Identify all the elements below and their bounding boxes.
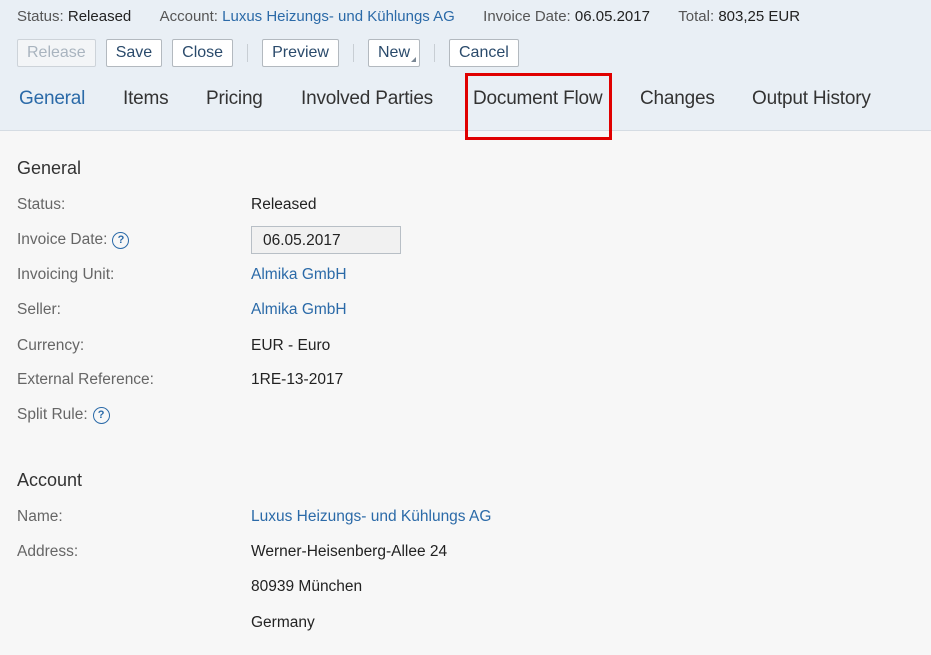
status-value: Released xyxy=(251,196,317,213)
split-rule-label-text: Split Rule: xyxy=(17,406,88,423)
summary-total-label: Total: xyxy=(678,8,715,25)
help-icon[interactable]: ? xyxy=(92,406,110,424)
tab-changes[interactable]: Changes xyxy=(640,88,715,110)
toolbar-separator xyxy=(352,43,354,62)
seller-link[interactable]: Almika GmbH xyxy=(251,301,347,319)
tab-output-history[interactable]: Output History xyxy=(752,88,871,110)
summary-invoice-date-value: 06.05.2017 xyxy=(574,8,650,25)
release-button[interactable]: Release xyxy=(17,38,96,67)
currency-value: EUR - Euro xyxy=(251,337,331,354)
tab-pricing[interactable]: Pricing xyxy=(206,88,263,110)
seller-label: Seller: xyxy=(17,301,61,318)
invoice-date-field[interactable]: 06.05.2017 xyxy=(251,226,401,254)
save-button[interactable]: Save xyxy=(105,38,163,67)
address-label: Address: xyxy=(17,543,79,560)
account-name-link[interactable]: Luxus Heizungs- und Kühlungs AG xyxy=(251,508,491,526)
account-section-title: Account xyxy=(17,470,83,490)
toolbar-separator xyxy=(434,43,435,62)
invoicing-unit-link[interactable]: Almika GmbH xyxy=(251,266,347,284)
split-rule-label: Split Rule: ? xyxy=(17,406,110,424)
external-reference-value: 1RE-13-2017 xyxy=(251,371,344,388)
invoicing-unit-label: Invoicing Unit: xyxy=(17,266,115,283)
general-section-title: General xyxy=(17,158,82,178)
external-reference-label: External Reference: xyxy=(17,371,154,388)
tab-items[interactable]: Items xyxy=(123,88,169,110)
summary-invoice-date-label: Invoice Date: xyxy=(483,8,571,25)
invoice-date-label: Invoice Date: ? xyxy=(17,231,130,249)
currency-label: Currency: xyxy=(17,337,85,354)
preview-button[interactable]: Preview xyxy=(262,38,339,67)
help-icon[interactable]: ? xyxy=(112,231,130,249)
summary-status-label: Status: xyxy=(17,8,64,25)
address-line-3: Germany xyxy=(251,614,315,631)
summary-account-label: Account: xyxy=(159,8,218,25)
invoice-date-label-text: Invoice Date: xyxy=(17,231,108,248)
header-summary: Status: Released Account: Luxus Heizungs… xyxy=(17,8,800,25)
new-button-label: New xyxy=(377,43,410,61)
toolbar-separator xyxy=(247,43,249,62)
cancel-button[interactable]: Cancel xyxy=(449,38,519,67)
summary-account-link[interactable]: Luxus Heizungs- und Kühlungs AG xyxy=(222,8,455,25)
summary-total-value: 803,25 EUR xyxy=(718,8,801,25)
dropdown-corner-icon xyxy=(411,56,416,62)
address-line-2: 80939 München xyxy=(251,578,363,595)
status-label: Status: xyxy=(17,196,66,213)
tab-general[interactable]: General xyxy=(19,88,85,110)
tab-involved-parties[interactable]: Involved Parties xyxy=(301,88,433,110)
summary-status-value: Released xyxy=(67,8,132,25)
account-name-label: Name: xyxy=(17,508,63,525)
highlight-box xyxy=(465,73,612,140)
close-button[interactable]: Close xyxy=(172,38,234,67)
toolbar: Release Save Close Preview New Cancel xyxy=(17,38,529,67)
address-line-1: Werner-Heisenberg-Allee 24 xyxy=(251,543,448,560)
new-button[interactable]: New xyxy=(367,38,420,67)
